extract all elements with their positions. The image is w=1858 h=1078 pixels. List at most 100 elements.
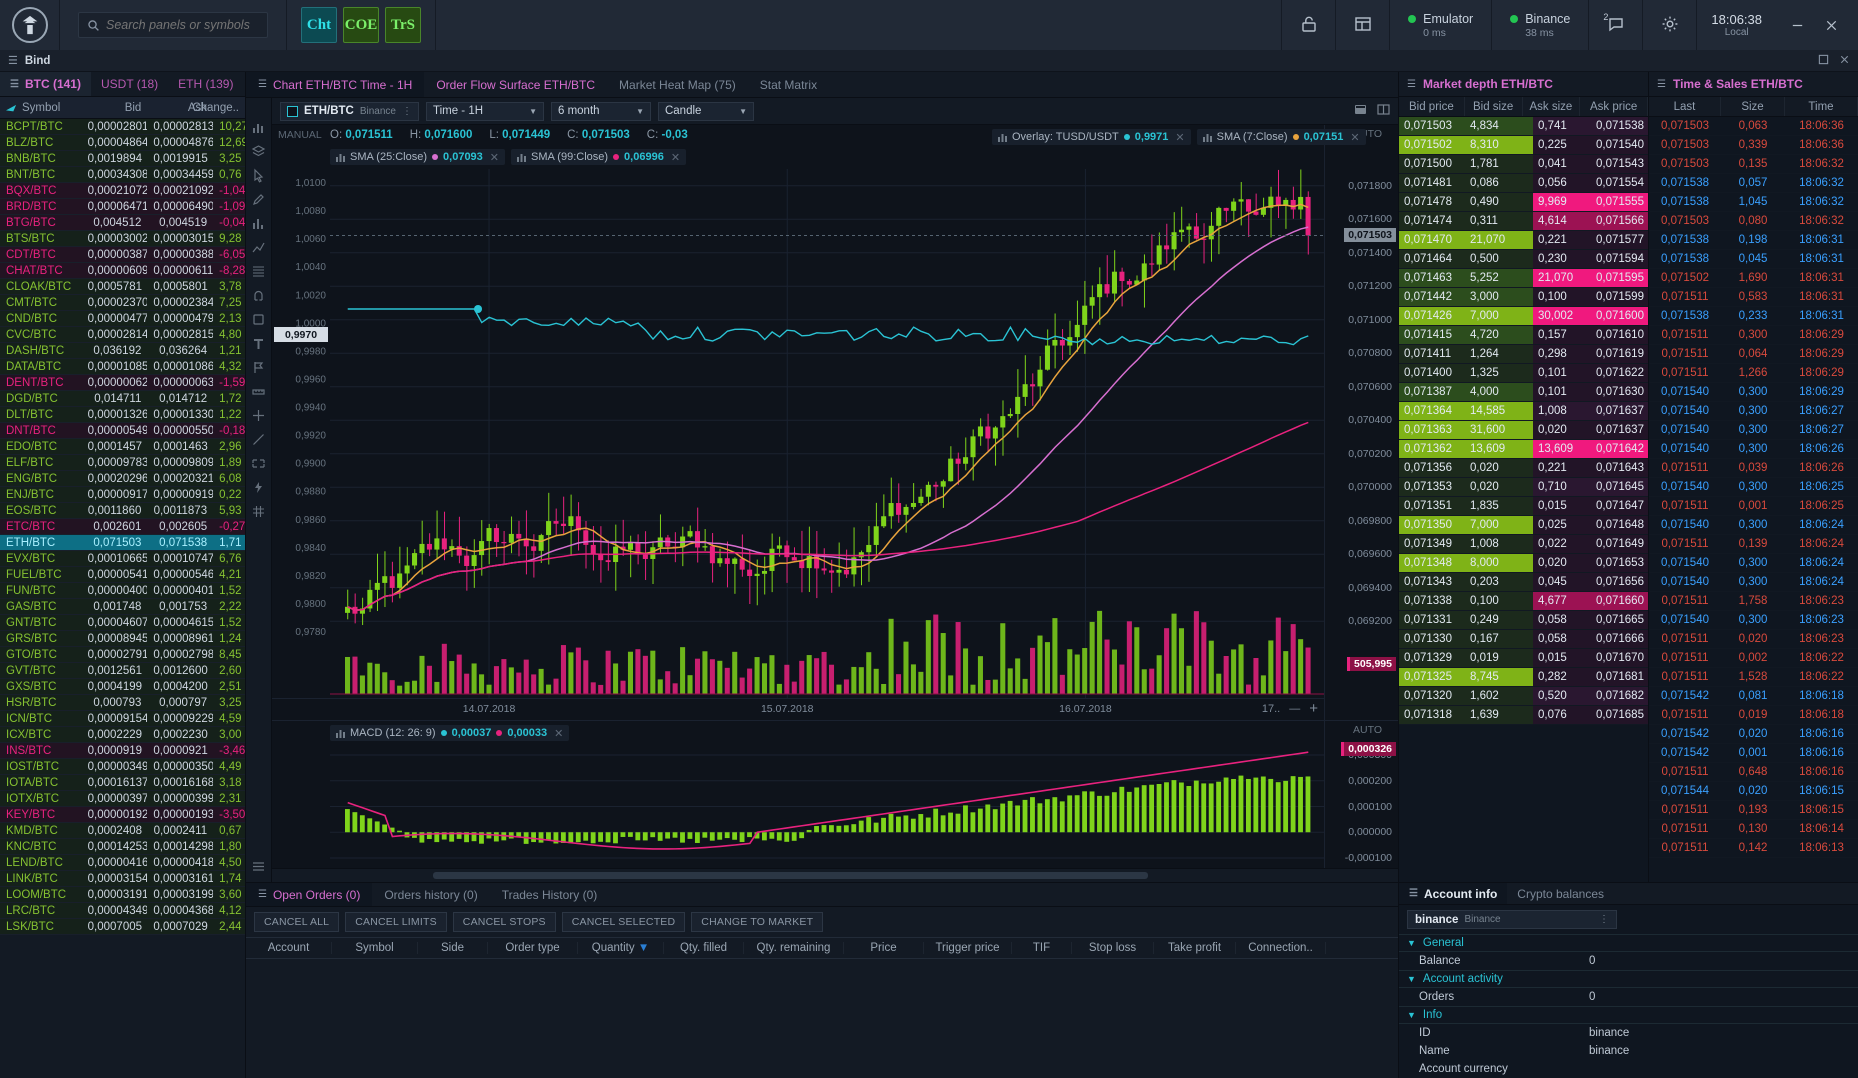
bar-chart-icon[interactable] [251,216,266,231]
connection-binance[interactable]: Binance 38 ms [1491,0,1588,50]
macd-chip[interactable]: MACD (12: 26: 9) 0,00037 0,00033 ✕ [330,725,569,741]
trade-row[interactable]: 0,0715400,30018:06:23 [1649,611,1858,630]
symbol-row[interactable]: BNB/BTC0,00198940,00199153,25 [0,151,245,167]
tab-open-orders[interactable]: ☰Open Orders (0) [246,883,372,906]
orders-table-body[interactable] [246,959,1398,1078]
order-action-button[interactable]: CHANGE TO MARKET [691,912,823,932]
crosshair-icon[interactable] [251,408,266,423]
account-options-icon[interactable]: ⋮ [1599,914,1609,925]
orders-column-header[interactable]: Trigger price [924,942,1012,954]
account-group[interactable]: ▼General [1399,934,1858,952]
market-depth-row[interactable]: 0,0714423,0000,1000,071599 [1399,288,1648,307]
market-depth-row[interactable]: 0,0714810,0860,0560,071554 [1399,174,1648,193]
line-icon[interactable] [251,432,266,447]
price-axis[interactable]: AUTO0,0718000,0716000,0714000,0712000,07… [1324,125,1398,720]
market-depth-row[interactable]: 0,0713201,6020,5200,071682 [1399,687,1648,706]
market-depth-row[interactable]: 0,0713530,0200,7100,071645 [1399,478,1648,497]
market-depth-row[interactable]: 0,07147021,0700,2210,071577 [1399,231,1648,250]
rect-select-icon[interactable] [251,456,266,471]
lock-button[interactable] [1281,0,1335,50]
symbol-row[interactable]: ICN/BTC0,000091540,000092294,59 [0,711,245,727]
trade-row[interactable]: 0,0715400,30018:06:25 [1649,478,1858,497]
timeframe-select[interactable]: Time - 1H▼ [426,102,544,121]
market-depth-row[interactable]: 0,0714640,5000,2300,071594 [1399,250,1648,269]
close-icon[interactable]: ✕ [1350,131,1359,144]
trend-icon[interactable] [251,240,266,255]
column-change[interactable]: Change.. [213,102,245,114]
symbol-row[interactable]: CLOAK/BTC0,00057810,00058013,78 [0,279,245,295]
market-depth-row[interactable]: 0,0713507,0000,0250,071648 [1399,516,1648,535]
symbol-row[interactable]: ENG/BTC0,000202960,000203216,08 [0,471,245,487]
orders-column-header[interactable]: Order type [488,942,578,954]
market-depth-row[interactable]: 0,0713258,7450,2820,071681 [1399,668,1648,687]
trade-row[interactable]: 0,0715380,23318:06:31 [1649,307,1858,326]
symbol-row[interactable]: GRS/BTC0,000089450,000089611,24 [0,631,245,647]
trade-row[interactable]: 0,0715111,75818:06:23 [1649,592,1858,611]
trade-row[interactable]: 0,0715381,04518:06:32 [1649,193,1858,212]
market-depth-row[interactable]: 0,0714267,00030,0020,071600 [1399,307,1648,326]
period-select[interactable]: 6 month▼ [551,102,651,121]
tab-chart[interactable]: ☰Chart ETH/BTC Time - 1H [246,72,424,97]
indicator-chip[interactable]: Overlay: TUSD/USDT0,9971✕ [992,129,1191,145]
bolt-icon[interactable] [251,480,266,495]
panel-menu-icon[interactable]: ☰ [1407,79,1416,90]
search-field[interactable] [106,18,259,32]
close-icon[interactable]: ✕ [554,727,563,740]
market-depth-row[interactable]: 0,0713488,0000,0200,071653 [1399,554,1648,573]
column-ask-size[interactable]: Ask size [1523,97,1581,116]
panel-menu-icon[interactable]: ☰ [10,79,19,90]
indicator-chip[interactable]: SMA (99:Close)0,06996✕ [511,149,686,165]
trade-row[interactable]: 0,0715111,26618:06:29 [1649,364,1858,383]
indicator-chip[interactable]: SMA (7:Close)0,07151✕ [1197,129,1366,145]
symbol-row[interactable]: ICX/BTC0,00022290,00022303,00 [0,727,245,743]
fib-icon[interactable] [251,264,266,279]
close-icon[interactable]: ✕ [1175,131,1184,144]
market-depth-row[interactable]: 0,0714740,3114,6140,071566 [1399,212,1648,231]
app-logo[interactable] [0,0,60,50]
layout-button[interactable] [1335,0,1389,50]
market-depth-row[interactable]: 0,0713491,0080,0220,071649 [1399,535,1648,554]
panel-menu-icon[interactable]: ☰ [1409,888,1418,899]
symbol-row[interactable]: BTG/BTC0,0045120,004519-0,04 [0,215,245,231]
market-depth-row[interactable]: 0,0713874,0000,1010,071630 [1399,383,1648,402]
connection-emulator[interactable]: Emulator 0 ms [1389,0,1491,50]
cursor-icon[interactable] [251,168,266,183]
market-depth-row[interactable]: 0,0714780,4909,9690,071555 [1399,193,1648,212]
restore-icon[interactable] [1818,54,1829,68]
tab-crypto-balances[interactable]: Crypto balances [1507,883,1614,904]
panel-menu-icon[interactable]: ☰ [258,889,267,900]
tab-btc[interactable]: ☰BTC (141) [0,72,91,96]
symbol-row[interactable]: BRD/BTC0,000064710,00006490-1,09 [0,199,245,215]
trade-row[interactable]: 0,0715110,06418:06:29 [1649,345,1858,364]
trade-row[interactable]: 0,0715420,02018:06:16 [1649,725,1858,744]
module-coe-button[interactable]: COE [343,7,379,43]
symbol-row[interactable]: LEND/BTC0,000004160,000004184,50 [0,855,245,871]
trade-row[interactable]: 0,0715110,02018:06:23 [1649,630,1858,649]
market-depth-row[interactable]: 0,0715034,8340,7410,071538 [1399,117,1648,136]
close-button[interactable] [1814,8,1848,42]
symbol-row[interactable]: ENJ/BTC0,000009170,000009190,22 [0,487,245,503]
trade-row[interactable]: 0,0715400,30018:06:24 [1649,554,1858,573]
zoom-out-button[interactable]: — [1289,703,1300,715]
symbol-row[interactable]: FUN/BTC0,000004000,000004011,52 [0,583,245,599]
symbol-row[interactable]: EVX/BTC0,000106650,000107476,76 [0,551,245,567]
trade-row[interactable]: 0,0715420,08118:06:18 [1649,687,1858,706]
symbol-row[interactable]: LINK/BTC0,000031540,000031611,74 [0,871,245,887]
symbol-row[interactable]: KEY/BTC0,000001920,00000193-3,50 [0,807,245,823]
market-depth-rows[interactable]: 0,0715034,8340,7410,0715380,0715028,3100… [1399,117,1648,882]
symbol-row[interactable]: LOOM/BTC0,000031910,000031993,60 [0,887,245,903]
notifications-button[interactable]: 2 [1588,0,1642,50]
symbol-row[interactable]: BNT/BTC0,000343080,000344590,76 [0,167,245,183]
chart-style-select[interactable]: Candle▼ [658,102,754,121]
symbol-row[interactable]: DNT/BTC0,000005490,00000550-0,18 [0,423,245,439]
account-property-tree[interactable]: ▼GeneralBalance0▼Account activityOrders0… [1399,934,1858,1078]
module-cht-button[interactable]: Cht [301,7,337,43]
trade-row[interactable]: 0,0715400,30018:06:27 [1649,402,1858,421]
symbol-row[interactable]: KMD/BTC0,00024080,00024110,67 [0,823,245,839]
tab-market-heat-map[interactable]: Market Heat Map (75) [607,72,748,97]
symbol-row[interactable]: DLT/BTC0,000013260,000013301,22 [0,407,245,423]
symbol-row[interactable]: DATA/BTC0,000010850,000010864,32 [0,359,245,375]
shapes-icon[interactable] [251,312,266,327]
tab-stat-matrix[interactable]: Stat Matrix [748,72,829,97]
trade-row[interactable]: 0,0715030,33918:06:36 [1649,136,1858,155]
